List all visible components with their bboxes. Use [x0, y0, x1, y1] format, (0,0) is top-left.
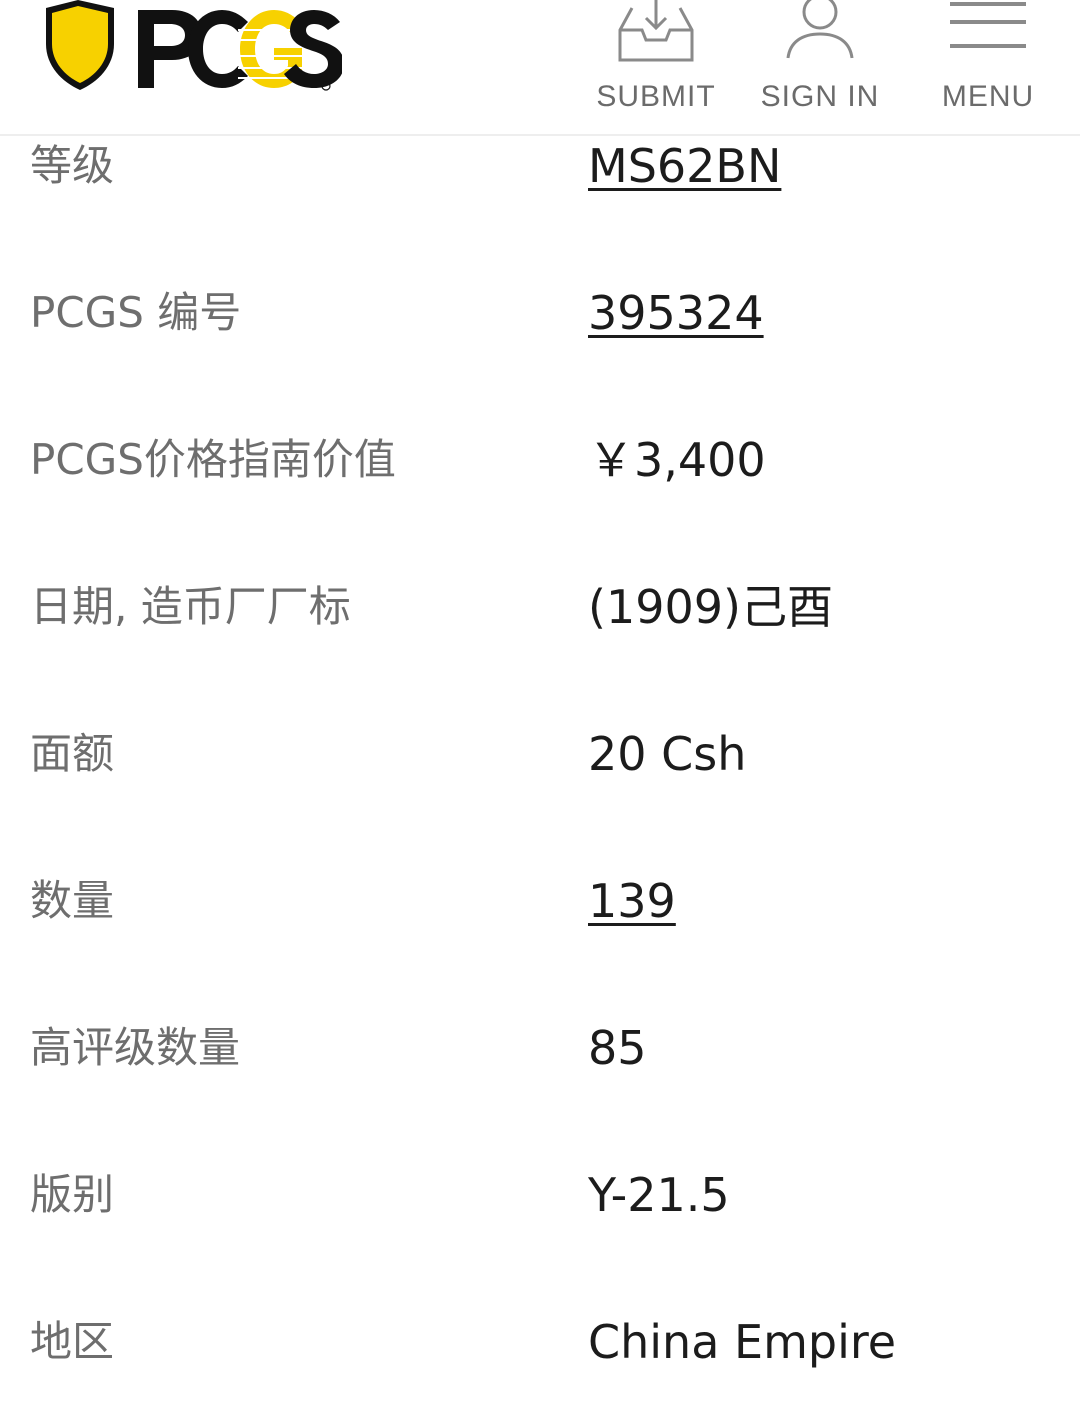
inbox-download-icon [618, 0, 694, 62]
nav-sign-in-button[interactable]: SIGN IN [756, 0, 884, 130]
pcgs-number-value-link[interactable]: 395324 [588, 287, 764, 339]
region-label: 地区 [30, 1317, 115, 1366]
nav-sign-in-label: SIGN IN [760, 80, 880, 113]
grade-value-link[interactable]: MS62BN [588, 140, 781, 192]
population-value-link[interactable]: 139 [588, 875, 676, 927]
date-mintmark-label: 日期, 造币厂厂标 [30, 582, 351, 631]
detail-row-region: 地区 China Empire [0, 1266, 1080, 1413]
date-mintmark-value: (1909)己酉 [588, 580, 833, 634]
hamburger-menu-icon [950, 2, 1026, 48]
grade-label: 等级 [30, 141, 115, 190]
user-icon [786, 0, 854, 59]
pcgs-logo-icon [46, 0, 344, 91]
detail-row-population: 数量 139 [0, 825, 1080, 972]
nav-menu-label: MENU [941, 80, 1035, 113]
region-value: China Empire [588, 1315, 897, 1369]
pop-higher-label: 高评级数量 [30, 1023, 241, 1072]
coin-details-list: 等级 MS62BN PCGS 编号 395324 PCGS价格指南价值 ￥3,4… [0, 90, 1080, 1413]
denomination-label: 面额 [30, 729, 115, 778]
nav-submit-button[interactable]: SUBMIT [590, 0, 722, 130]
detail-row-date-mintmark: 日期, 造币厂厂标 (1909)己酉 [0, 531, 1080, 678]
pcgs-number-label: PCGS 编号 [30, 288, 242, 337]
price-guide-value: ￥3,400 [588, 433, 766, 487]
nav-submit-label: SUBMIT [596, 80, 716, 113]
denomination-value: 20 Csh [588, 727, 747, 781]
variety-label: 版别 [30, 1170, 115, 1219]
detail-row-pop-higher: 高评级数量 85 [0, 972, 1080, 1119]
population-label: 数量 [30, 876, 115, 925]
price-guide-label: PCGS价格指南价值 [30, 435, 396, 484]
detail-row-price-guide: PCGS价格指南价值 ￥3,400 [0, 384, 1080, 531]
detail-row-variety: 版别 Y-21.5 [0, 1119, 1080, 1266]
nav-menu-button[interactable]: MENU [932, 0, 1044, 130]
pcgs-logo[interactable] [42, 0, 344, 96]
variety-value: Y-21.5 [588, 1168, 730, 1222]
detail-row-pcgs-number: PCGS 编号 395324 [0, 237, 1080, 384]
site-header: SUBMIT SIGN IN MENU [0, 0, 1080, 136]
detail-row-denomination: 面额 20 Csh [0, 678, 1080, 825]
pop-higher-value: 85 [588, 1021, 647, 1075]
